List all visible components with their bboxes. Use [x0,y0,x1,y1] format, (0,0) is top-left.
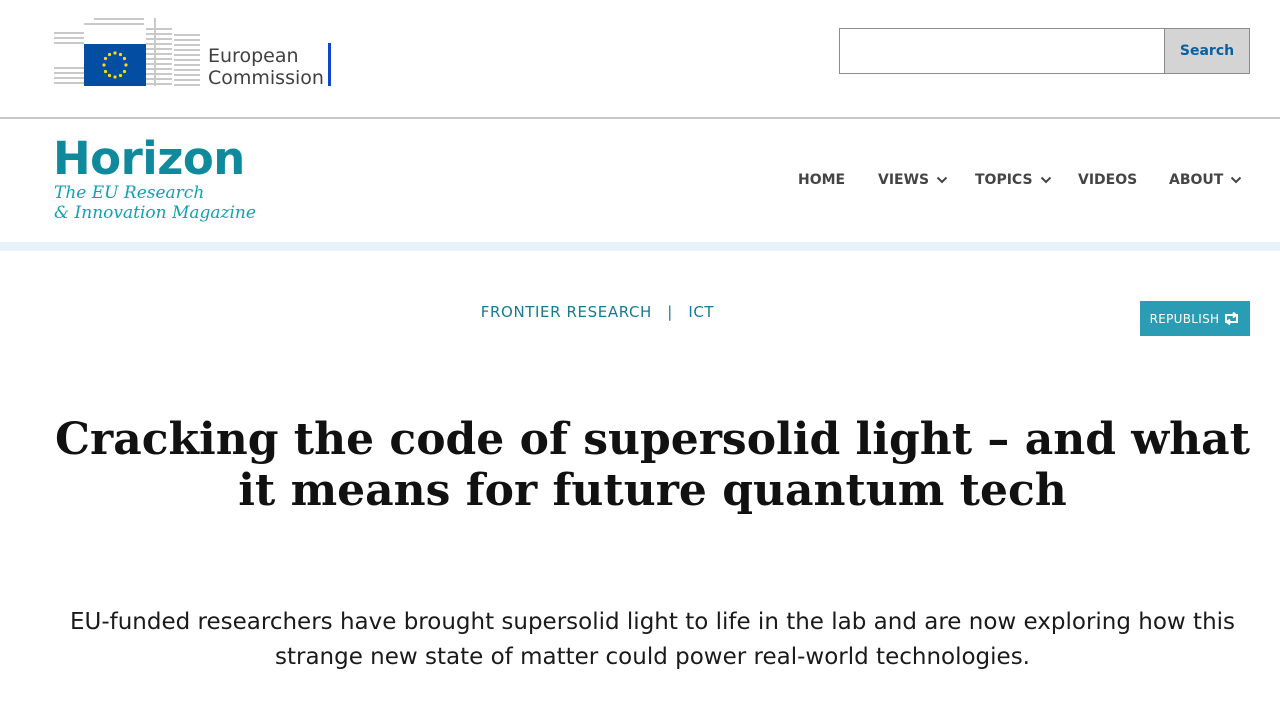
category-frontier-research[interactable]: FRONTIER RESEARCH [481,303,652,321]
chevron-down-icon [936,176,948,184]
ec-wordmark-line2: Commission [208,67,324,89]
search-input[interactable] [839,28,1165,74]
ec-top-bar: European Commission Search [0,0,1280,118]
nav-home-label: HOME [798,172,846,188]
republish-button[interactable]: REPUBLISH [1140,301,1250,336]
ec-wordmark: European Commission [208,45,324,89]
category-ict[interactable]: ICT [688,303,714,321]
horizon-subtitle-line1: The EU Research [54,183,205,203]
horizon-header: Horizon The EU Research & Innovation Mag… [0,119,1280,242]
horizon-title: Horizon [53,132,245,185]
nav-home[interactable]: HOME [798,172,845,188]
nav-views-label: VIEWS [878,172,930,188]
nav-topics[interactable]: TOPICS [975,172,1052,188]
nav-about-label: ABOUT [1169,172,1224,188]
category-separator: | [667,303,673,321]
article-headline: Cracking the code of supersolid light – … [55,414,1250,516]
republish-icon [1225,311,1239,326]
republish-label: REPUBLISH [1149,311,1220,326]
horizon-subtitle: The EU Research & Innovation Magazine [54,183,256,223]
search-button[interactable]: Search [1164,28,1250,74]
ec-building-icon [54,18,200,86]
horizon-subtitle-line2: & Innovation Magazine [54,203,256,223]
nav-topics-label: TOPICS [975,172,1033,188]
header-band [0,242,1280,251]
nav-views[interactable]: VIEWS [878,172,948,188]
article-categories: FRONTIER RESEARCH | ICT [0,303,1195,321]
nav-videos[interactable]: VIDEOS [1078,172,1137,188]
ec-wordmark-divider [328,43,331,86]
nav-videos-label: VIDEOS [1078,172,1138,188]
ec-wordmark-line1: European [208,45,299,67]
article-standfirst: EU-funded researchers have brought super… [69,609,1236,670]
nav-about[interactable]: ABOUT [1169,172,1242,188]
chevron-down-icon [1040,176,1051,184]
chevron-down-icon [1231,176,1242,184]
